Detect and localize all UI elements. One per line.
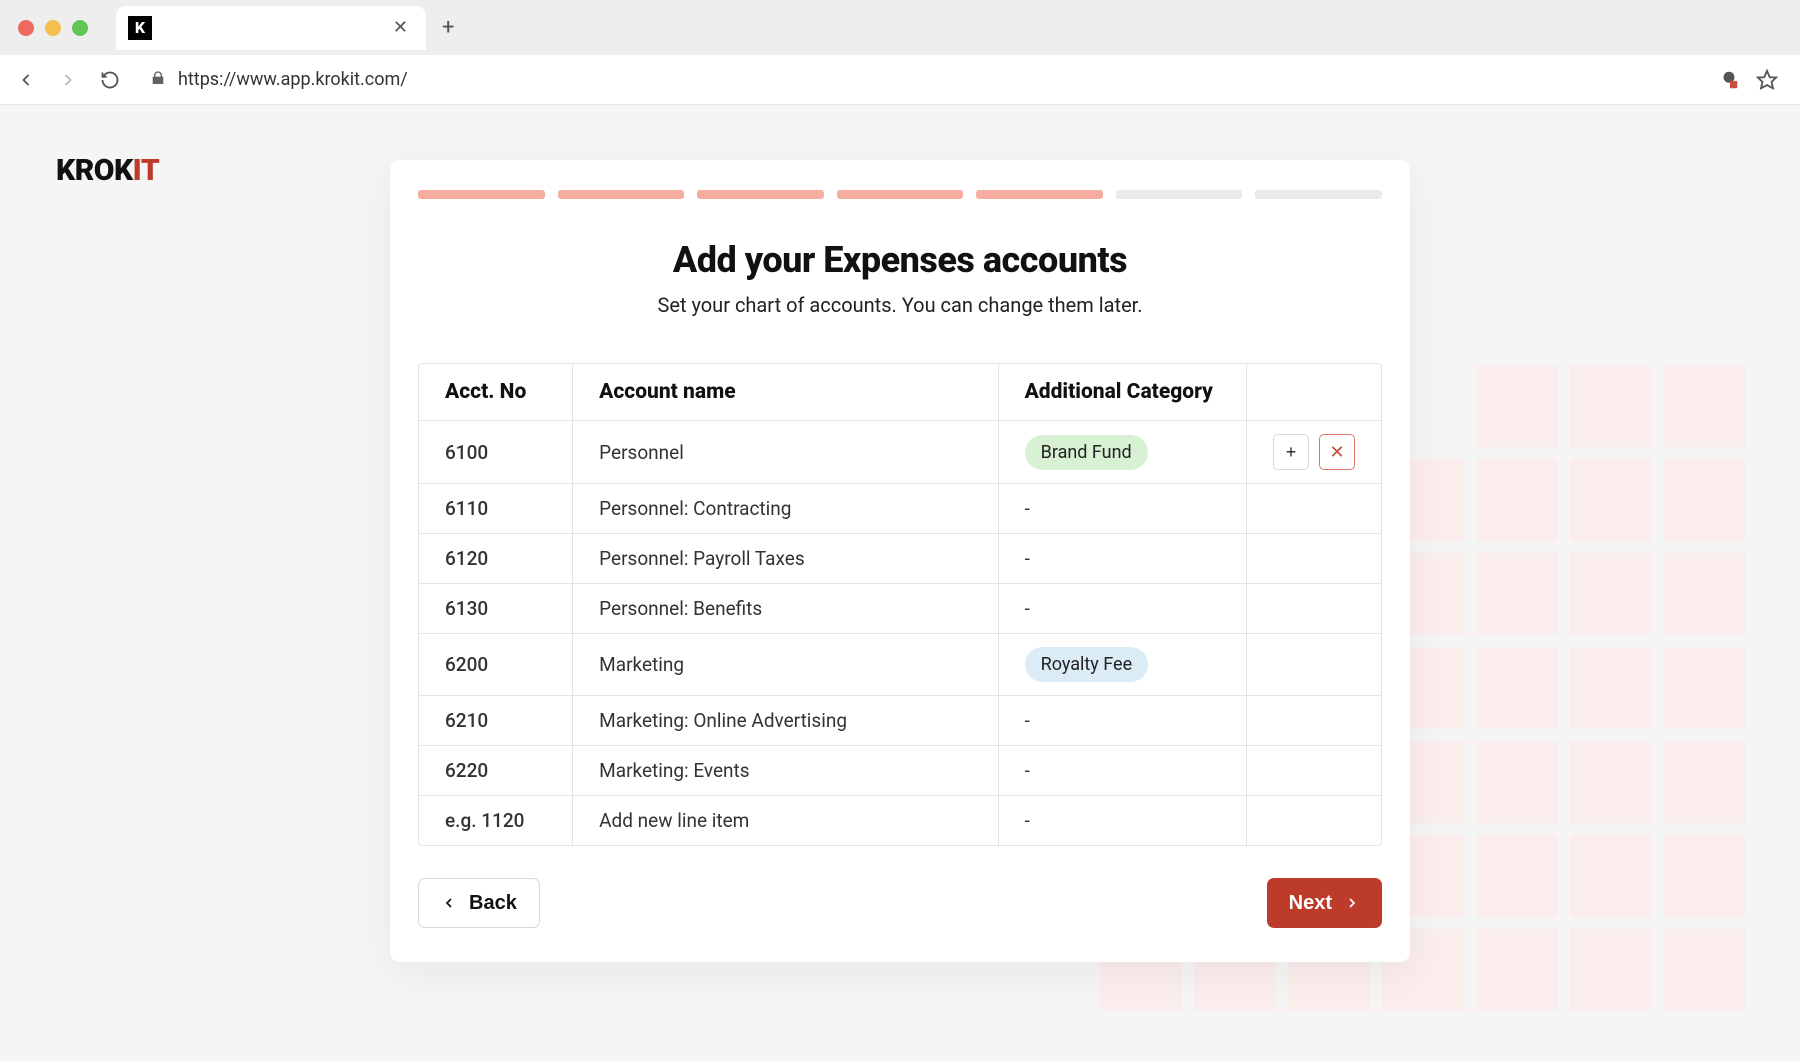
cell-category[interactable]: Brand Fund — [999, 421, 1247, 484]
new-acct-no-input[interactable]: e.g. 1120 — [419, 796, 573, 845]
cell-actions — [1247, 484, 1381, 534]
progress-segment — [1116, 190, 1243, 199]
progress-segment — [558, 190, 685, 199]
cell-acct-no[interactable]: 6220 — [419, 746, 573, 796]
table-row[interactable]: 6120Personnel: Payroll Taxes - — [419, 534, 1381, 584]
category-empty: - — [1025, 597, 1030, 620]
table-row[interactable]: 6200Marketing Royalty Fee — [419, 634, 1381, 696]
url-text: https://www.app.krokit.com/ — [178, 69, 408, 90]
cell-actions — [1247, 696, 1381, 746]
cell-category[interactable]: - — [999, 534, 1247, 584]
window-controls — [18, 20, 88, 36]
chevron-right-icon — [1344, 895, 1360, 911]
chevron-left-icon — [441, 895, 457, 911]
remove-row-button[interactable]: ✕ — [1319, 434, 1355, 470]
page-subtitle: Set your chart of accounts. You can chan… — [418, 293, 1382, 317]
page-viewport: KROKIT Add your Expenses accounts Set yo… — [0, 105, 1800, 1061]
col-header-actions — [1247, 364, 1381, 421]
cell-category[interactable]: - — [999, 746, 1247, 796]
progress-segment — [697, 190, 824, 199]
cell-acct-no[interactable]: 6130 — [419, 584, 573, 634]
back-button[interactable]: Back — [418, 878, 540, 928]
new-account-name-input[interactable]: Add new line item — [573, 796, 998, 845]
cell-acct-no[interactable]: 6110 — [419, 484, 573, 534]
extension-icon[interactable] — [1718, 69, 1740, 91]
next-button-label: Next — [1289, 892, 1332, 915]
page-title: Add your Expenses accounts — [418, 239, 1382, 281]
address-bar[interactable]: https://www.app.krokit.com/ — [140, 62, 1700, 98]
nav-reload-button[interactable] — [98, 68, 122, 92]
progress-bar — [418, 190, 1382, 199]
cell-account-name[interactable]: Marketing: Events — [573, 746, 998, 796]
window-close-icon[interactable] — [18, 20, 34, 36]
cell-acct-no[interactable]: 6100 — [419, 421, 573, 484]
progress-segment — [976, 190, 1103, 199]
category-empty: - — [1025, 497, 1030, 520]
cell-actions — [1247, 534, 1381, 584]
wizard-footer: Back Next — [418, 878, 1382, 928]
cell-actions — [1247, 634, 1381, 696]
cell-account-name[interactable]: Personnel: Benefits — [573, 584, 998, 634]
favicon-icon: K — [128, 16, 152, 40]
category-empty: - — [1025, 709, 1030, 732]
nav-forward-button[interactable] — [56, 68, 80, 92]
brand-logo: KROKIT — [56, 153, 159, 188]
cell-actions — [1247, 584, 1381, 634]
table-row[interactable]: 6110Personnel: Contracting - — [419, 484, 1381, 534]
table-row[interactable]: 6100PersonnelBrand Fund+✕ — [419, 421, 1381, 484]
nav-back-button[interactable] — [14, 68, 38, 92]
cell-account-name[interactable]: Personnel: Payroll Taxes — [573, 534, 998, 584]
table-row[interactable]: 6130Personnel: Benefits - — [419, 584, 1381, 634]
new-category-cell[interactable]: - — [999, 796, 1247, 845]
browser-tab[interactable]: K ✕ — [116, 6, 426, 50]
cell-account-name[interactable]: Personnel: Contracting — [573, 484, 998, 534]
cell-acct-no[interactable]: 6210 — [419, 696, 573, 746]
accounts-table: Acct. No Account name Additional Categor… — [418, 363, 1382, 846]
next-button[interactable]: Next — [1267, 878, 1382, 928]
back-button-label: Back — [469, 892, 517, 915]
category-empty: - — [1025, 547, 1030, 570]
extension-icons — [1718, 69, 1786, 91]
cell-acct-no[interactable]: 6120 — [419, 534, 573, 584]
cell-account-name[interactable]: Personnel — [573, 421, 998, 484]
category-tag[interactable]: Royalty Fee — [1025, 647, 1149, 682]
table-row[interactable]: 6210Marketing: Online Advertising - — [419, 696, 1381, 746]
progress-segment — [837, 190, 964, 199]
wizard-card: Add your Expenses accounts Set your char… — [390, 160, 1410, 962]
col-header-name: Account name — [573, 364, 998, 421]
col-header-acct-no: Acct. No — [419, 364, 573, 421]
window-minimize-icon[interactable] — [45, 20, 61, 36]
cell-account-name[interactable]: Marketing — [573, 634, 998, 696]
lock-icon — [150, 70, 166, 90]
new-actions-cell — [1247, 796, 1381, 845]
table-row[interactable]: 6220Marketing: Events - — [419, 746, 1381, 796]
col-header-category: Additional Category — [999, 364, 1247, 421]
bookmark-star-icon[interactable] — [1756, 69, 1778, 91]
tab-strip: K ✕ + — [0, 0, 1800, 55]
add-category-button[interactable]: + — [1273, 434, 1309, 470]
cell-category[interactable]: - — [999, 584, 1247, 634]
progress-segment — [418, 190, 545, 199]
cell-account-name[interactable]: Marketing: Online Advertising — [573, 696, 998, 746]
cell-category[interactable]: - — [999, 484, 1247, 534]
new-tab-button[interactable]: + — [442, 15, 454, 40]
browser-chrome: K ✕ + https://www.app.krokit.com/ — [0, 0, 1800, 105]
category-empty: - — [1025, 759, 1030, 782]
table-row-new[interactable]: e.g. 1120Add new line item- — [419, 796, 1381, 845]
cell-acct-no[interactable]: 6200 — [419, 634, 573, 696]
cell-category[interactable]: Royalty Fee — [999, 634, 1247, 696]
window-maximize-icon[interactable] — [72, 20, 88, 36]
progress-segment — [1255, 190, 1382, 199]
address-bar-row: https://www.app.krokit.com/ — [0, 55, 1800, 105]
cell-actions — [1247, 746, 1381, 796]
tab-close-icon[interactable]: ✕ — [393, 17, 408, 38]
category-tag[interactable]: Brand Fund — [1025, 435, 1148, 470]
cell-category[interactable]: - — [999, 696, 1247, 746]
cell-actions: +✕ — [1247, 421, 1381, 484]
